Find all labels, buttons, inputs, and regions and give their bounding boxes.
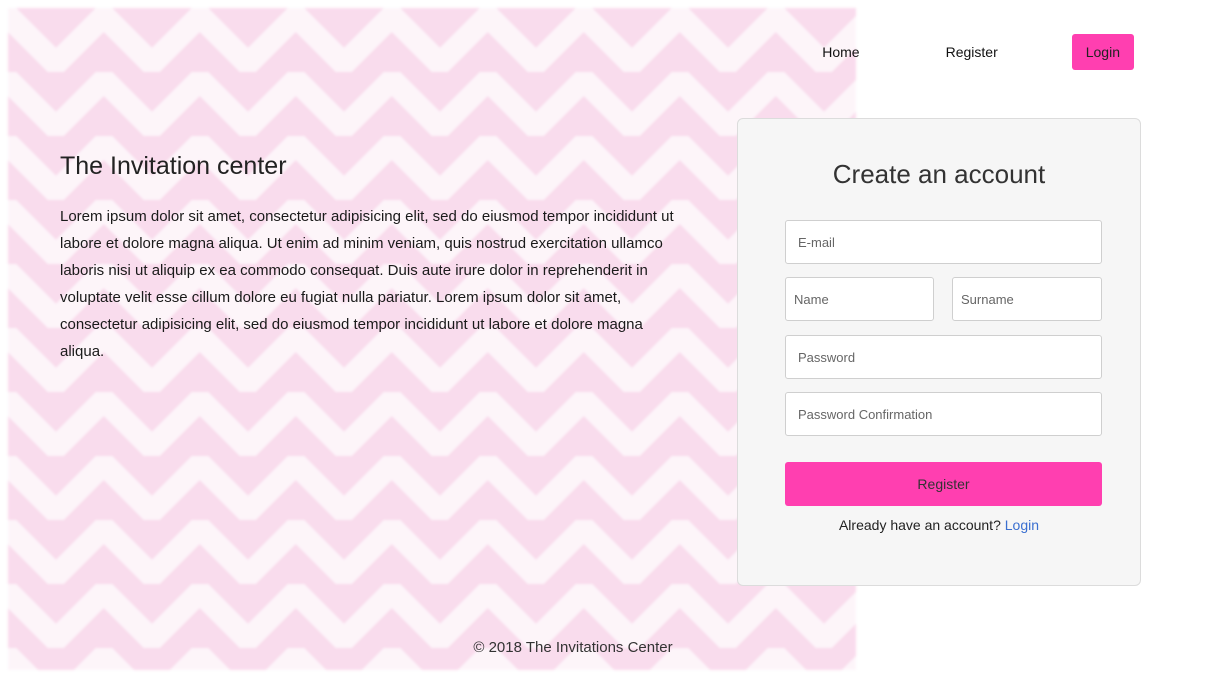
password-confirmation-field[interactable] [785, 392, 1102, 436]
name-field[interactable] [785, 277, 934, 321]
login-link[interactable]: Login [1005, 517, 1039, 533]
password-field[interactable] [785, 335, 1102, 379]
intro-section: The Invitation center Lorem ipsum dolor … [60, 152, 680, 365]
intro-title: The Invitation center [60, 152, 287, 180]
intro-body: Lorem ipsum dolor sit amet, consectetur … [60, 208, 674, 360]
register-button[interactable]: Register [785, 462, 1102, 506]
footer: © 2018 The Invitations Center [0, 639, 1146, 656]
signup-card: Create an account Register Already have … [737, 118, 1141, 586]
footer-copyright: © 2018 The Invitations Center [473, 639, 673, 656]
login-prompt-text: Already have an account? [838, 517, 1001, 533]
surname-field[interactable] [952, 277, 1102, 321]
nav-register-link[interactable]: Register [936, 44, 1008, 60]
page: Home Register Login The Invitation cente… [0, 0, 1220, 678]
signup-title: Create an account [832, 159, 1046, 189]
login-prompt: Already have an account? Login [738, 517, 1140, 533]
top-nav: Home Register Login [812, 34, 1134, 70]
nav-home-link[interactable]: Home [812, 44, 869, 60]
email-field[interactable] [785, 220, 1102, 264]
nav-login-button[interactable]: Login [1071, 34, 1134, 70]
